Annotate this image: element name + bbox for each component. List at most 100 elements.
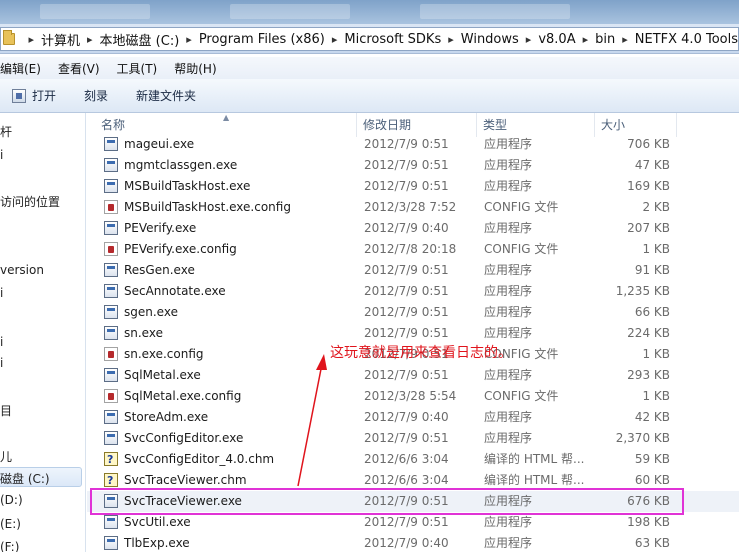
file-row[interactable]: ResGen.exe 2012/7/9 0:51 应用程序 91 KB [87, 260, 739, 281]
file-size: 1,235 KB [615, 284, 670, 298]
nav-item[interactable]: 磁盘 (C:) [0, 470, 50, 487]
file-date: 2012/7/9 0:40 [364, 221, 449, 235]
file-row[interactable]: sgen.exe 2012/7/9 0:51 应用程序 66 KB [87, 302, 739, 323]
file-name: SvcUtil.exe [124, 515, 191, 529]
new-folder-button[interactable]: 新建文件夹 [136, 87, 196, 104]
breadcrumb-computer[interactable]: 计算机 [41, 30, 80, 49]
file-type: 编译的 HTML 帮... [484, 452, 585, 466]
breadcrumb-local-disk[interactable]: 本地磁盘 (C:) [100, 30, 180, 49]
file-row[interactable]: PEVerify.exe 2012/7/9 0:40 应用程序 207 KB [87, 218, 739, 239]
file-type: CONFIG 文件 [484, 242, 559, 256]
file-name: sgen.exe [124, 305, 178, 319]
breadcrumb-netfx-tools[interactable]: NETFX 4.0 Tools [635, 32, 738, 47]
exe-file-icon [104, 410, 118, 424]
file-size: 198 KB [627, 515, 670, 529]
chevron-right-icon[interactable]: ▸ [622, 33, 628, 46]
column-name-label: 名称 [101, 118, 126, 132]
exe-file-icon [104, 158, 118, 172]
file-row[interactable]: SecAnnotate.exe 2012/7/9 0:51 应用程序 1,235 KB [87, 281, 739, 302]
file-row[interactable]: mageui.exe 2012/7/9 0:51 应用程序 706 KB [87, 134, 739, 155]
navigation-pane: 杆 i 访问的位置 version i i i 目儿磁盘 (C:) (D:) (E:) (F:) [0, 113, 86, 552]
file-type: 应用程序 [484, 536, 533, 550]
chevron-right-icon[interactable]: ▸ [332, 33, 338, 46]
menu-view[interactable]: 查看(V) [58, 60, 100, 77]
file-row[interactable]: StoreAdm.exe 2012/7/9 0:40 应用程序 42 KB [87, 407, 739, 428]
menu-edit[interactable]: 编辑(E) [0, 60, 41, 77]
burn-label: 刻录 [84, 89, 109, 103]
nav-item[interactable]: (D:) [0, 493, 23, 507]
file-row[interactable]: SvcConfigEditor_4.0.chm 2012/6/6 3:04 编译的 … [87, 449, 739, 470]
nav-item[interactable]: (E:) [0, 517, 21, 531]
nav-item[interactable]: i [0, 335, 3, 349]
open-icon [12, 88, 26, 103]
file-type: 应用程序 [484, 326, 533, 340]
help-file-icon [104, 470, 118, 491]
chevron-right-icon[interactable]: ▸ [448, 33, 454, 46]
file-type: CONFIG 文件 [484, 389, 559, 403]
config-file-icon [104, 347, 118, 361]
config-file-icon [104, 200, 118, 214]
burn-button[interactable]: 刻录 [84, 87, 108, 104]
file-row[interactable]: sn.exe 2012/7/9 0:51 应用程序 224 KB [87, 323, 739, 344]
file-type: CONFIG 文件 [484, 200, 559, 214]
file-list: 名称 ▲ 修改日期 类型 大小 mageui.exe 2012/7/9 0:51 应… [87, 113, 739, 552]
file-size: 706 KB [627, 137, 670, 151]
chevron-right-icon[interactable]: ▸ [28, 33, 34, 46]
file-name: SvcConfigEditor_4.0.chm [124, 452, 275, 466]
file-name: ResGen.exe [124, 263, 195, 277]
file-type: 应用程序 [484, 305, 533, 319]
nav-item[interactable]: (F:) [0, 540, 19, 552]
breadcrumb-windows[interactable]: Windows [461, 32, 519, 47]
menu-tools[interactable]: 工具(T) [117, 60, 158, 77]
file-row[interactable]: TlbExp.exe 2012/7/9 0:40 应用程序 63 KB [87, 533, 739, 552]
breadcrumb-microsoft-sdks[interactable]: Microsoft SDKs [344, 32, 441, 47]
exe-file-icon [104, 368, 118, 382]
file-date: 2012/7/9 0:51 [364, 284, 449, 298]
file-type: 应用程序 [484, 284, 533, 298]
menu-help[interactable]: 帮助(H) [174, 60, 216, 77]
file-size: 1 KB [642, 347, 670, 361]
nav-item[interactable]: i [0, 286, 3, 300]
chevron-right-icon[interactable]: ▸ [526, 33, 532, 46]
file-date: 2012/7/9 0:51 [364, 368, 449, 382]
file-row[interactable]: MSBuildTaskHost.exe 2012/7/9 0:51 应用程序 169 … [87, 176, 739, 197]
file-size: 207 KB [627, 221, 670, 235]
file-row[interactable]: mgmtclassgen.exe 2012/7/9 0:51 应用程序 47 KB [87, 155, 739, 176]
file-date: 2012/3/28 7:52 [364, 200, 457, 214]
file-date: 2012/7/9 0:51 [364, 515, 449, 529]
file-row[interactable]: PEVerify.exe.config 2012/7/8 20:18 CONFIG … [87, 239, 739, 260]
file-size: 63 KB [634, 536, 670, 550]
nav-item[interactable]: 儿 [0, 448, 12, 465]
file-size: 1 KB [642, 389, 670, 403]
file-row[interactable]: MSBuildTaskHost.exe.config 2012/3/28 7:52… [87, 197, 739, 218]
exe-file-icon [104, 221, 118, 235]
nav-item[interactable]: version [0, 263, 44, 277]
breadcrumb-program-files[interactable]: Program Files (x86) [199, 32, 325, 47]
taskbar-ghost [420, 4, 570, 19]
file-row[interactable]: SqlMetal.exe 2012/7/9 0:51 应用程序 293 KB [87, 365, 739, 386]
file-row[interactable]: SqlMetal.exe.config 2012/3/28 5:54 CONFIG … [87, 386, 739, 407]
chevron-right-icon[interactable]: ▸ [186, 33, 192, 46]
nav-item[interactable]: i [0, 148, 3, 162]
nav-item[interactable]: i [0, 356, 3, 370]
chevron-right-icon[interactable]: ▸ [583, 33, 589, 46]
breadcrumb-v8[interactable]: v8.0A [538, 32, 575, 47]
file-name: PEVerify.exe.config [124, 242, 237, 256]
nav-item[interactable]: 目 [0, 402, 12, 419]
nav-item[interactable]: 访问的位置 [0, 193, 60, 210]
file-date: 2012/6/6 3:04 [364, 452, 449, 466]
address-box[interactable]: ▸ 计算机 ▸ 本地磁盘 (C:) ▸ Program Files (x86) … [0, 27, 739, 51]
chevron-right-icon[interactable]: ▸ [87, 33, 93, 46]
file-row[interactable]: SvcConfigEditor.exe 2012/7/9 0:51 应用程序 2,37… [87, 428, 739, 449]
open-button[interactable]: 打开 [12, 87, 56, 104]
file-size: 91 KB [634, 263, 670, 277]
file-row[interactable]: SvcUtil.exe 2012/7/9 0:51 应用程序 198 KB [87, 512, 739, 533]
file-name: sn.exe.config [124, 347, 204, 361]
file-name: PEVerify.exe [124, 221, 197, 235]
nav-item[interactable]: 杆 [0, 123, 12, 140]
address-bar: ▸ 计算机 ▸ 本地磁盘 (C:) ▸ Program Files (x86) … [0, 24, 739, 54]
breadcrumb-bin[interactable]: bin [595, 32, 615, 47]
new-folder-label: 新建文件夹 [136, 89, 197, 103]
file-size: 224 KB [627, 326, 670, 340]
exe-file-icon [104, 326, 118, 340]
